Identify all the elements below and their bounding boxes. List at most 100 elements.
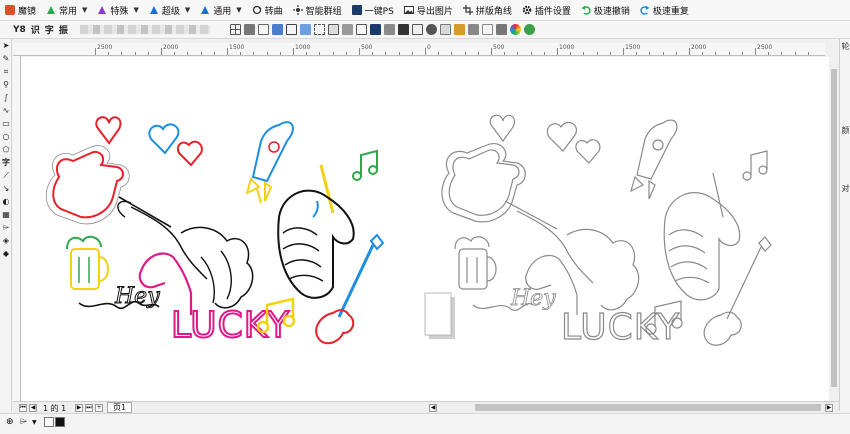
frame-icon[interactable]: [285, 24, 297, 35]
zebra-unicorn-sticker[interactable]: [277, 164, 355, 299]
shape-tool-icon[interactable]: ✎: [0, 52, 12, 65]
vertical-scroll-thumb[interactable]: [831, 69, 837, 387]
guitar-sticker[interactable]: [315, 233, 385, 345]
artistic-media-icon[interactable]: ∿: [0, 104, 12, 117]
vertical-ruler[interactable]: [13, 56, 21, 401]
horizontal-ruler[interactable]: 2500 2000 1500 1000 500 0 500 1000 1500 2000 2500: [13, 43, 825, 56]
pick-tool-icon[interactable]: ➤: [0, 39, 12, 52]
ps-icon[interactable]: [369, 24, 381, 35]
tool-text-button[interactable]: 字: [44, 23, 55, 36]
ellipse-tool-icon[interactable]: ○: [0, 130, 12, 143]
one-click-ps-button[interactable]: 一键PS: [347, 0, 399, 21]
horizontal-scroll-thumb[interactable]: [475, 404, 821, 411]
align-icon[interactable]: [243, 24, 255, 35]
fill-dropdown-icon[interactable]: ▼: [32, 419, 37, 426]
heart-hand-outline[interactable]: [441, 114, 526, 223]
double-hearts-sticker[interactable]: [148, 123, 203, 167]
tool-text-button[interactable]: Y8: [12, 25, 27, 35]
last-page-icon[interactable]: ⏭: [85, 404, 93, 412]
parallel-dimension-icon[interactable]: ⟋: [0, 169, 12, 182]
tool-text-button[interactable]: 识: [30, 23, 41, 36]
beer-mug-sticker[interactable]: [66, 235, 109, 290]
smart-group-button[interactable]: 智能群组: [288, 0, 347, 21]
music-note-outline[interactable]: [742, 150, 768, 181]
table-icon[interactable]: [313, 24, 325, 35]
tab-page-1[interactable]: 页1: [107, 402, 133, 413]
mirror-icon[interactable]: [397, 24, 409, 35]
guitar-outline[interactable]: [703, 236, 772, 346]
chevron-down-icon[interactable]: ▼: [185, 6, 190, 14]
zoom-tool-icon[interactable]: ⚲: [0, 78, 12, 91]
cluster-icon[interactable]: [523, 24, 535, 35]
drawing-canvas[interactable]: Hey LUCKY Hey LUCKY: [21, 57, 829, 401]
break-icon[interactable]: [495, 24, 507, 35]
colored-artwork-group[interactable]: Hey LUCKY: [45, 116, 385, 347]
smart-fill-icon[interactable]: ◆: [0, 247, 12, 260]
crop-tool-icon[interactable]: ⌗: [0, 65, 12, 78]
rocket-sticker[interactable]: [245, 121, 294, 204]
rocket-outline[interactable]: [630, 119, 678, 200]
text-tool-icon[interactable]: 字: [0, 156, 12, 169]
grid-icon[interactable]: [229, 24, 241, 35]
frame-select-icon[interactable]: [481, 24, 493, 35]
ruler-icon[interactable]: [257, 24, 269, 35]
chevron-down-icon[interactable]: ▼: [82, 6, 87, 14]
blend-icon[interactable]: [467, 24, 479, 35]
special-menu-button[interactable]: 特殊 ▼: [92, 0, 143, 21]
transparency-tool-icon[interactable]: ▦: [0, 208, 12, 221]
tool-text-button[interactable]: 振: [58, 23, 69, 36]
docker-tab-label[interactable]: 颜: [840, 125, 850, 136]
scroll-right-icon[interactable]: ▶: [825, 404, 833, 412]
picture-icon[interactable]: [439, 24, 451, 35]
blue-grid-icon[interactable]: [299, 24, 311, 35]
imposition-cropmark-button[interactable]: 拼版角线: [458, 0, 517, 21]
next-page-icon[interactable]: ▶: [75, 404, 83, 412]
vertical-scrollbar[interactable]: [829, 57, 839, 401]
blend-tool-icon[interactable]: ◐: [0, 195, 12, 208]
trim-icon[interactable]: [411, 24, 423, 35]
outline-artwork-group[interactable]: Hey LUCKY: [441, 114, 772, 349]
magic-mirror-button[interactable]: 魔镜: [0, 0, 41, 21]
connector-tool-icon[interactable]: ↘: [0, 182, 12, 195]
freehand-tool-icon[interactable]: ∫: [0, 91, 12, 104]
first-page-icon[interactable]: ⏮: [19, 404, 27, 412]
docker-tab-label[interactable]: 轮: [840, 41, 850, 52]
transform-icon[interactable]: [355, 24, 367, 35]
scroll-left-icon[interactable]: ◀: [429, 404, 437, 412]
music-note-green-sticker[interactable]: [352, 149, 378, 181]
rectangle-tool-icon[interactable]: ▭: [0, 117, 12, 130]
node-icon[interactable]: [425, 24, 437, 35]
zebra-unicorn-outline[interactable]: [663, 172, 741, 301]
eyedropper-icon[interactable]: ⌲: [20, 417, 27, 427]
template-icon[interactable]: [383, 24, 395, 35]
beer-mug-outline[interactable]: [454, 236, 497, 290]
unicorn-outline[interactable]: Hey LUCKY: [472, 200, 680, 349]
docker-tab-label[interactable]: 对: [840, 183, 850, 194]
quick-redo-button[interactable]: 极速重复: [635, 0, 694, 21]
layer-icon[interactable]: [271, 24, 283, 35]
add-page-icon[interactable]: +: [95, 404, 103, 412]
image-icon[interactable]: [341, 24, 353, 35]
color-wheel-icon[interactable]: [509, 24, 521, 35]
interactive-fill-icon[interactable]: ◈: [0, 234, 12, 247]
no-fill-swatch[interactable]: [44, 417, 54, 427]
polygon-tool-icon[interactable]: ⬠: [0, 143, 12, 156]
layer-indicator-icon[interactable]: ⊕: [6, 417, 14, 427]
quick-undo-button[interactable]: 极速撤销: [576, 0, 635, 21]
common-menu-button[interactable]: 常用 ▼: [41, 0, 92, 21]
outline-color-swatch[interactable]: [55, 417, 65, 427]
super-menu-button[interactable]: 超级 ▼: [144, 0, 195, 21]
weld-icon[interactable]: [453, 24, 465, 35]
page-object[interactable]: [424, 292, 455, 339]
box-icon[interactable]: [327, 24, 339, 35]
heart-hand-sticker[interactable]: [45, 116, 130, 225]
chevron-down-icon[interactable]: ▼: [236, 6, 241, 14]
export-image-button[interactable]: 导出图片: [399, 0, 458, 21]
plugin-settings-button[interactable]: 插件设置: [517, 0, 576, 21]
general-menu-button[interactable]: 通用 ▼: [195, 0, 246, 21]
chevron-down-icon[interactable]: ▼: [133, 6, 138, 14]
eyedropper-tool-icon[interactable]: ⌲: [0, 221, 12, 234]
double-hearts-outline[interactable]: [546, 121, 601, 164]
convert-curve-button[interactable]: 转曲: [247, 0, 288, 21]
prev-page-icon[interactable]: ◀: [29, 404, 37, 412]
